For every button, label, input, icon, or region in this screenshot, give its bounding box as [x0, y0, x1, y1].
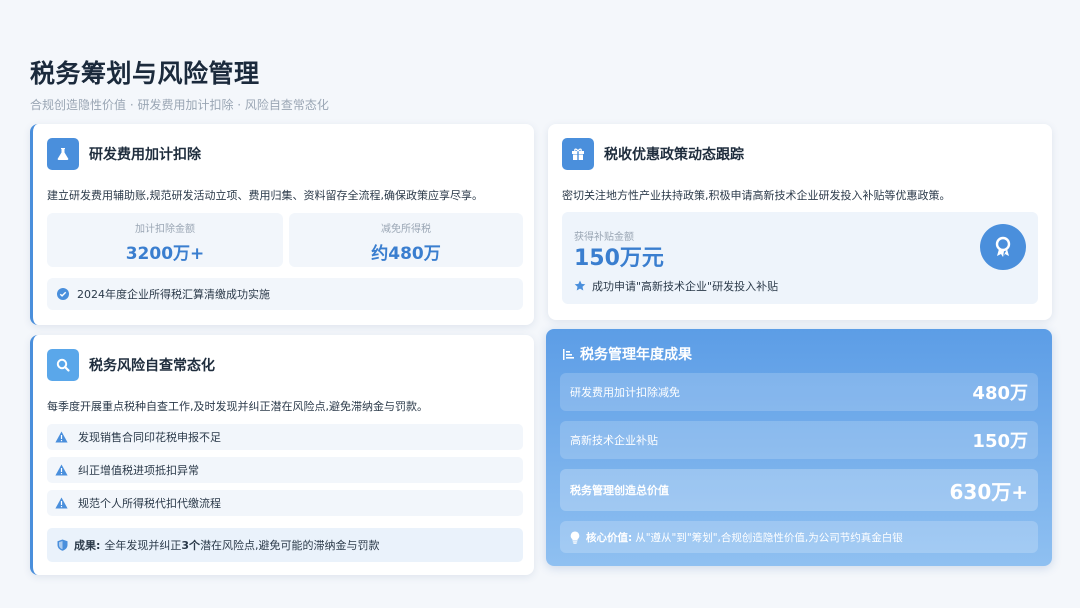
policy-tracking-card: 税收优惠政策动态跟踪 密切关注地方性产业扶持政策,积极申请高新技术企业研发投入补…: [548, 124, 1052, 320]
rd-note: 2024年度企业所得税汇算清缴成功实施: [47, 278, 523, 310]
summary-total-label: 税务管理创造总价值: [570, 484, 669, 497]
summary-total-row: 税务管理创造总价值 630万+: [560, 469, 1038, 511]
result-label: 成果:: [74, 539, 101, 552]
gift-icon: [562, 138, 594, 170]
check-circle-icon: [57, 288, 69, 300]
summary-row-value: 150万: [972, 431, 1028, 452]
core-label: 核心价值:: [586, 531, 633, 544]
risk-card-description: 每季度开展重点税种自查工作,及时发现并纠正潜在风险点,避免滞纳金与罚款。: [47, 400, 428, 413]
rd-note-text: 2024年度企业所得税汇算清缴成功实施: [77, 288, 270, 301]
summary-row-label: 高新技术企业补贴: [570, 434, 658, 447]
policy-card-description: 密切关注地方性产业扶持政策,积极申请高新技术企业研发投入补贴等优惠政策。: [562, 189, 951, 202]
star-icon: [574, 280, 586, 291]
subsidy-box: 获得补贴金额 150万元 成功申请"高新技术企业"研发投入补贴: [562, 212, 1038, 304]
result-text-a: 全年发现并纠正: [104, 539, 182, 552]
core-text: 从"遵从"到"筹划",合规创造隐性价值,为公司节约真金白银: [635, 531, 903, 544]
result-text-b: 潜在风险点,避免可能的滞纳金与罚款: [200, 539, 380, 552]
risk-item-text: 发现销售合同印花税申报不足: [78, 431, 221, 444]
bar-list-icon: [563, 348, 574, 360]
warning-icon: [55, 497, 68, 509]
summary-row: 高新技术企业补贴 150万: [560, 421, 1038, 459]
summary-title-text: 税务管理年度成果: [580, 347, 692, 363]
page-subtitle: 合规创造隐性价值 · 研发费用加计扣除 · 风险自查常态化: [30, 98, 329, 112]
risk-item: 发现销售合同印花税申报不足: [47, 424, 523, 450]
risk-card-title: 税务风险自查常态化: [89, 358, 215, 374]
risk-item: 规范个人所得税代扣代缴流程: [47, 490, 523, 516]
subsidy-note-text: 成功申请"高新技术企业"研发投入补贴: [592, 280, 779, 293]
summary-row: 研发费用加计扣除减免 480万: [560, 373, 1038, 411]
annual-summary-card: 税务管理年度成果 研发费用加计扣除减免 480万 高新技术企业补贴 150万 税…: [546, 329, 1052, 566]
lightbulb-icon: [570, 531, 580, 544]
summary-row-value: 480万: [972, 383, 1028, 404]
shield-icon: [57, 539, 68, 551]
stat-tax-reduction: 减免所得税 约480万: [289, 213, 523, 267]
award-ribbon-icon: [980, 224, 1026, 270]
rd-deduction-card: 研发费用加计扣除 建立研发费用辅助账,规范研发活动立项、费用归集、资料留存全流程…: [30, 124, 534, 325]
risk-selfcheck-card: 税务风险自查常态化 每季度开展重点税种自查工作,及时发现并纠正潜在风险点,避免滞…: [30, 335, 534, 575]
subsidy-value: 150万元: [574, 246, 664, 271]
rd-card-title: 研发费用加计扣除: [89, 147, 201, 163]
warning-icon: [55, 431, 68, 443]
summary-core-value: 核心价值: 从"遵从"到"筹划",合规创造隐性价值,为公司节约真金白银: [560, 521, 1038, 553]
page-title: 税务筹划与风险管理: [30, 59, 260, 88]
warning-icon: [55, 464, 68, 476]
summary-title: 税务管理年度成果: [562, 344, 692, 364]
summary-total-value: 630万+: [949, 479, 1028, 504]
result-count: 3个: [181, 539, 201, 552]
risk-item: 纠正增值税进项抵扣异常: [47, 457, 523, 483]
stat-deduction-amount: 加计扣除金额 3200万+: [47, 213, 283, 267]
stat-label: 减免所得税: [381, 224, 431, 235]
subsidy-note: 成功申请"高新技术企业"研发投入补贴: [574, 278, 778, 294]
rd-card-description: 建立研发费用辅助账,规范研发活动立项、费用归集、资料留存全流程,确保政策应享尽享…: [47, 189, 483, 202]
summary-row-label: 研发费用加计扣除减免: [570, 386, 680, 399]
risk-result: 成果: 全年发现并纠正 3个 潜在风险点,避免可能的滞纳金与罚款: [47, 528, 523, 562]
flask-icon: [47, 138, 79, 170]
stat-label: 加计扣除金额: [135, 224, 195, 235]
risk-item-text: 规范个人所得税代扣代缴流程: [78, 497, 221, 510]
risk-item-text: 纠正增值税进项抵扣异常: [78, 464, 199, 477]
stat-value: 3200万+: [125, 244, 205, 264]
stat-value: 约480万: [371, 244, 441, 264]
search-icon: [47, 349, 79, 381]
policy-card-title: 税收优惠政策动态跟踪: [604, 147, 744, 163]
